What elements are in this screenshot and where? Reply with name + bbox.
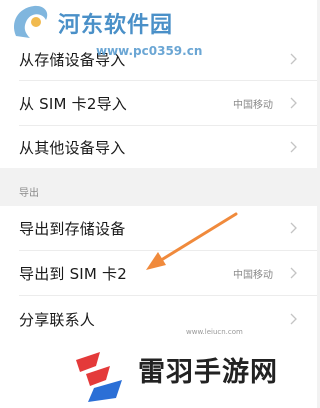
watermark-site-name: 河东软件园 [58,12,174,37]
watermark-url: www.pc0359.cn [96,44,203,58]
bottom-watermark-url: www.leiucn.com [186,328,243,336]
game-logo-icon [76,352,122,402]
logo-icon [14,5,48,39]
bottom-watermark-site-name: 雷羽手游网 [138,357,278,388]
top-watermark: 河东软件园 www.pc0359.cn [0,0,317,58]
